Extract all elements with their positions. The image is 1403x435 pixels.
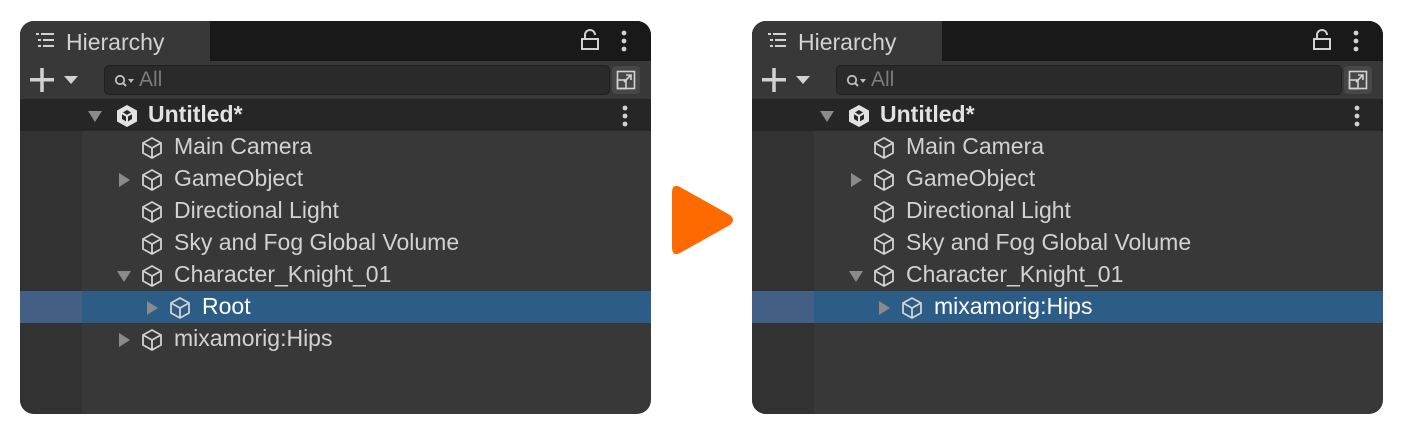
collapse-arrow-icon[interactable] — [87, 108, 103, 124]
tree-item-mixamorig-hips[interactable]: mixamorig:Hips — [20, 323, 651, 355]
tree-item-main-camera[interactable]: Main Camera — [20, 131, 651, 163]
tree-item-label: Directional Light — [906, 197, 1071, 223]
window-icon — [1348, 70, 1368, 90]
search-icon — [114, 74, 134, 87]
window-icon — [616, 70, 636, 90]
tab-hierarchy[interactable]: Hierarchy — [752, 21, 942, 61]
more-icon[interactable] — [1351, 104, 1363, 128]
cube-icon — [140, 168, 164, 192]
cube-icon — [872, 232, 896, 256]
expand-arrow-icon[interactable] — [876, 300, 892, 316]
tab-title: Hierarchy — [798, 29, 897, 55]
tree-item-character-knight[interactable]: Character_Knight_01 — [20, 259, 651, 291]
tab-hierarchy[interactable]: Hierarchy — [20, 21, 210, 61]
hierarchy-tree: Untitled* Main Camera GameObject Directi… — [752, 99, 1383, 414]
tab-bar: Hierarchy — [752, 21, 1383, 61]
search-field[interactable] — [104, 65, 610, 95]
scene-row[interactable]: Untitled* — [752, 99, 1383, 131]
tree-item-directional-light[interactable]: Directional Light — [20, 195, 651, 227]
cube-icon — [872, 136, 896, 160]
hierarchy-panel-before: Hierarchy All Untitled* Main Camera Game… — [20, 21, 651, 414]
tree-item-label: GameObject — [906, 165, 1036, 191]
tab-title: Hierarchy — [66, 29, 165, 55]
cube-icon — [168, 296, 192, 320]
tree-item-label: Sky and Fog Global Volume — [174, 229, 460, 255]
search-input[interactable] — [139, 69, 579, 91]
cube-icon — [140, 328, 164, 352]
tree-item-root[interactable]: Root — [20, 291, 651, 323]
expand-arrow-icon[interactable] — [848, 172, 864, 188]
tree-item-main-camera[interactable]: Main Camera — [752, 131, 1383, 163]
search-icon — [846, 74, 866, 87]
cube-icon — [872, 168, 896, 192]
more-icon[interactable] — [618, 29, 630, 53]
add-icon[interactable] — [30, 68, 80, 92]
unity-scene-icon — [115, 104, 139, 128]
tree-item-label: Root — [202, 293, 251, 319]
expand-arrow-icon[interactable] — [116, 332, 132, 348]
list-icon — [768, 33, 786, 47]
search-input[interactable] — [871, 69, 1311, 91]
scene-row[interactable]: Untitled* — [20, 99, 651, 131]
tree-item-label: mixamorig:Hips — [934, 293, 1093, 319]
hierarchy-panel-after: Hierarchy All Untitled* Main Camera Game… — [752, 21, 1383, 414]
more-icon[interactable] — [619, 104, 631, 128]
selection-gutter — [752, 291, 814, 323]
tree-item-label: Directional Light — [174, 197, 339, 223]
cube-icon — [140, 136, 164, 160]
cube-icon — [900, 296, 924, 320]
more-icon[interactable] — [1350, 29, 1362, 53]
tree-item-mixamorig-hips[interactable]: mixamorig:Hips — [752, 291, 1383, 323]
selection-gutter — [20, 291, 82, 323]
expand-arrow-icon[interactable] — [116, 172, 132, 188]
window-button[interactable] — [1344, 66, 1372, 94]
collapse-arrow-icon[interactable] — [116, 268, 132, 284]
cube-icon — [140, 232, 164, 256]
tree-item-directional-light[interactable]: Directional Light — [752, 195, 1383, 227]
tab-bar: Hierarchy — [20, 21, 651, 61]
collapse-arrow-icon[interactable] — [819, 108, 835, 124]
hierarchy-tree: Untitled* Main Camera GameObject Directi… — [20, 99, 651, 414]
cube-icon — [872, 200, 896, 224]
tree-item-label: Sky and Fog Global Volume — [906, 229, 1192, 255]
toolbar — [20, 61, 651, 99]
list-icon — [36, 33, 54, 47]
cube-icon — [140, 200, 164, 224]
tree-item-gameobject[interactable]: GameObject — [20, 163, 651, 195]
tree-item-sky-fog-volume[interactable]: Sky and Fog Global Volume — [752, 227, 1383, 259]
tree-item-character-knight[interactable]: Character_Knight_01 — [752, 259, 1383, 291]
expand-arrow-icon[interactable] — [144, 300, 160, 316]
tree-item-label: Main Camera — [906, 133, 1045, 159]
tree-item-label: mixamorig:Hips — [174, 325, 333, 351]
toolbar — [752, 61, 1383, 99]
tree-item-gameobject[interactable]: GameObject — [752, 163, 1383, 195]
scene-name: Untitled* — [880, 101, 975, 127]
tree-item-label: Main Camera — [174, 133, 313, 159]
scene-name: Untitled* — [148, 101, 243, 127]
window-button[interactable] — [612, 66, 640, 94]
add-icon[interactable] — [762, 68, 812, 92]
tree-item-label: Character_Knight_01 — [174, 261, 392, 287]
cube-icon — [140, 264, 164, 288]
play-arrow-icon — [672, 185, 733, 255]
search-field[interactable] — [836, 65, 1342, 95]
collapse-arrow-icon[interactable] — [848, 268, 864, 284]
tree-item-sky-fog-volume[interactable]: Sky and Fog Global Volume — [20, 227, 651, 259]
tree-item-label: GameObject — [174, 165, 304, 191]
tree-item-label: Character_Knight_01 — [906, 261, 1124, 287]
cube-icon — [872, 264, 896, 288]
lock-icon[interactable] — [580, 29, 600, 51]
lock-icon[interactable] — [1312, 29, 1332, 51]
unity-scene-icon — [847, 104, 871, 128]
